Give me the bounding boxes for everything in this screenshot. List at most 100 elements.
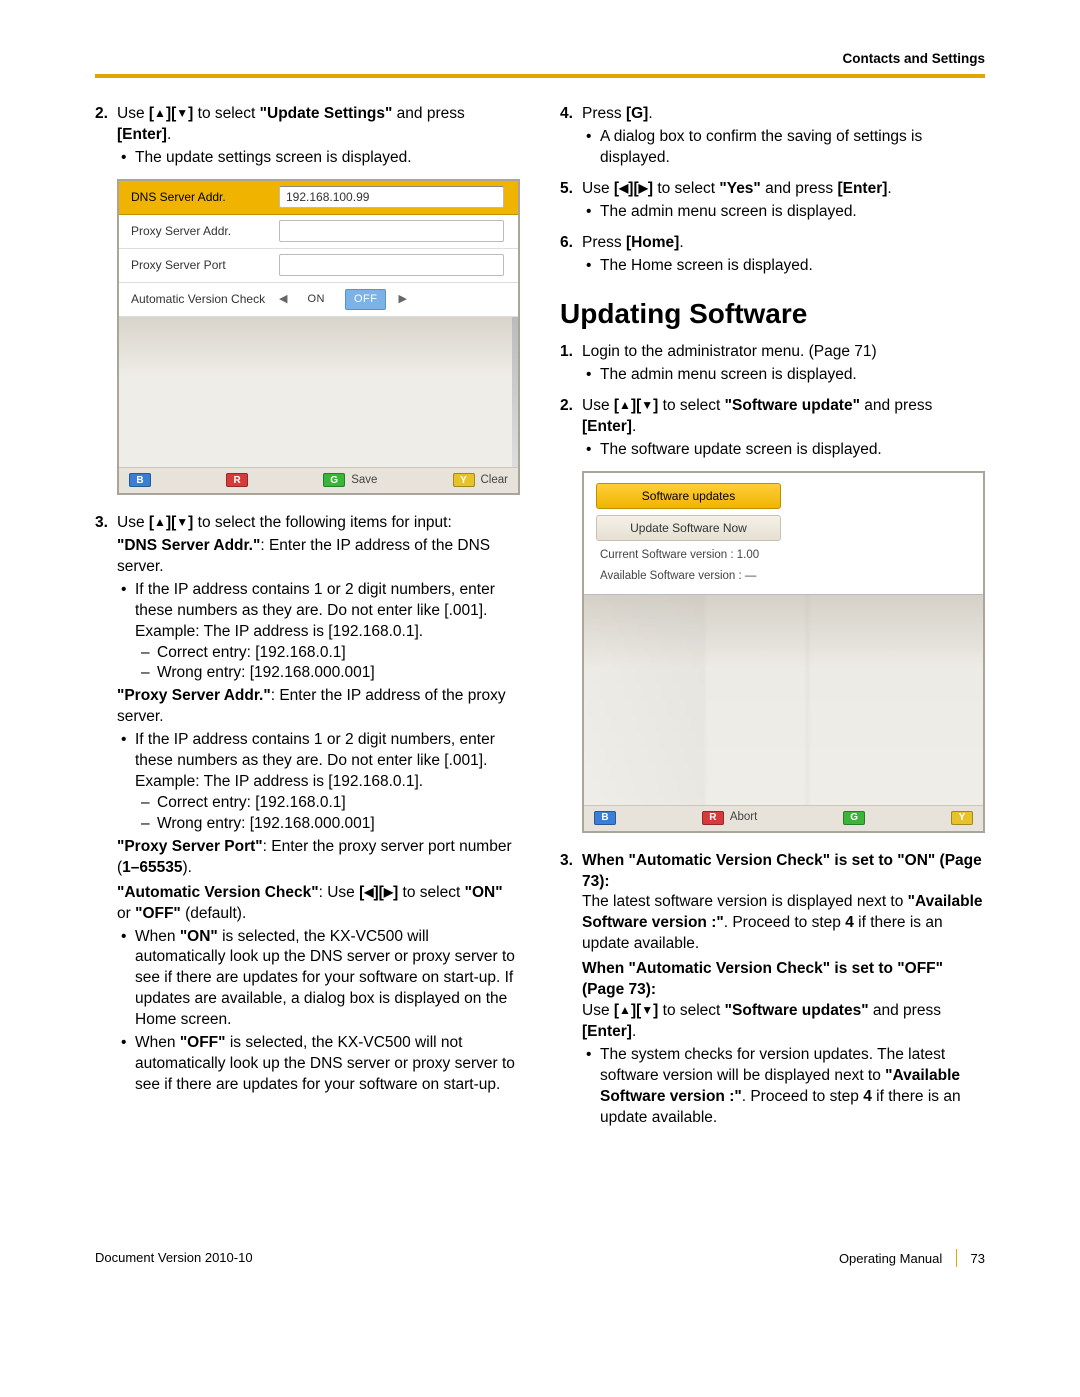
green-button-icon: G: [323, 473, 345, 487]
step-6: 6. Press [Home]. The Home screen is disp…: [560, 233, 985, 277]
step-number: 3.: [95, 513, 108, 534]
text: .: [167, 126, 171, 143]
page-number: 73: [971, 1251, 985, 1266]
avc-toggle: ◀ ON OFF ▶: [279, 289, 518, 310]
down-icon: ▼: [176, 105, 188, 121]
bullet: When "ON" is selected, the KX-VC500 will…: [117, 927, 520, 1032]
bold: [Home]: [626, 234, 679, 251]
left-arrow-icon: ◀: [279, 292, 287, 307]
text: Example: The IP address is [192.168.0.1]…: [135, 772, 520, 793]
row-proxy-addr: Proxy Server Addr.: [119, 215, 518, 249]
text: . Proceed to step: [742, 1088, 864, 1105]
text: and press: [392, 105, 464, 122]
right-column: 4. Press [G]. A dialog box to confirm th…: [560, 104, 985, 1138]
screenshot-footer: B R G Save Y Clear: [119, 467, 518, 493]
text: to select: [658, 397, 724, 414]
text: .: [632, 1023, 636, 1040]
sub-bullet: A dialog box to confirm the saving of se…: [582, 127, 985, 169]
text: Press: [582, 105, 626, 122]
bold: "DNS Server Addr.": [117, 537, 260, 554]
step-number: 4.: [560, 104, 573, 125]
bold: [Enter]: [837, 180, 887, 197]
step-4: 4. Press [G]. A dialog box to confirm th…: [560, 104, 985, 169]
blue-button-icon: B: [594, 811, 616, 825]
bold: "OFF": [180, 1034, 226, 1051]
left-column: 2. Use [▲][▼] to select "Update Settings…: [95, 104, 520, 1138]
bullet: If the IP address contains 1 or 2 digit …: [117, 730, 520, 835]
yellow-button-icon: Y: [951, 811, 973, 825]
section-heading: Updating Software: [560, 295, 985, 333]
sub-bullet: The Home screen is displayed.: [582, 256, 985, 277]
toggle-off: OFF: [345, 289, 387, 310]
bold: 4: [845, 914, 854, 931]
dash-item: Correct entry: [192.168.0.1]: [135, 793, 520, 814]
bold: [G]: [626, 105, 648, 122]
software-update-screenshot: Software updates Update Software Now Cur…: [582, 471, 985, 833]
step-number: 2.: [95, 104, 108, 125]
text: to select: [653, 180, 719, 197]
text: When: [135, 1034, 180, 1051]
up-icon: ▲: [619, 1002, 631, 1018]
blue-button-icon: B: [129, 473, 151, 487]
ustep-2: 2. Use [▲][▼] to select "Software update…: [560, 396, 985, 832]
step-number: 5.: [560, 179, 573, 200]
up-icon: ▲: [154, 514, 166, 530]
doc-version: Document Version 2010-10: [95, 1249, 253, 1267]
step-number: 6.: [560, 233, 573, 254]
bullet: When "OFF" is selected, the KX-VC500 wil…: [117, 1033, 520, 1096]
sub-bullet: The admin menu screen is displayed.: [582, 365, 985, 386]
bold: [Enter]: [582, 418, 632, 435]
red-button-icon: R: [226, 473, 248, 487]
ustep-1: 1. Login to the administrator menu. (Pag…: [560, 342, 985, 386]
field-label: DNS Server Addr.: [119, 189, 279, 205]
text: to select: [398, 884, 464, 901]
text: and press: [869, 1002, 941, 1019]
up-icon: ▲: [619, 397, 631, 413]
text: Use: [582, 1002, 614, 1019]
pill-software-updates: Software updates: [596, 483, 781, 509]
step-5: 5. Use [◀][▶] to select "Yes" and press …: [560, 179, 985, 223]
yellow-label: Clear: [481, 473, 508, 489]
row-proxy-port: Proxy Server Port: [119, 249, 518, 283]
left-icon: ◀: [364, 884, 373, 900]
field-label: Proxy Server Addr.: [119, 223, 279, 239]
text: .: [632, 418, 636, 435]
down-icon: ▼: [641, 1002, 653, 1018]
red-button-icon: R: [702, 811, 724, 825]
right-icon: ▶: [639, 180, 648, 196]
yellow-button-icon: Y: [453, 473, 475, 487]
up-icon: ▲: [154, 105, 166, 121]
manual-label: Operating Manual: [839, 1251, 942, 1266]
ustep-3: 3. When "Automatic Version Check" is set…: [560, 851, 985, 1129]
current-version: Current Software version : 1.00: [600, 547, 971, 563]
row-dns: DNS Server Addr. 192.168.100.99: [119, 181, 518, 215]
header-section: Contacts and Settings: [95, 50, 985, 68]
bold: "Yes": [719, 180, 760, 197]
bold: "Proxy Server Port": [117, 838, 263, 855]
dns-value: 192.168.100.99: [279, 186, 504, 208]
pill-update-now: Update Software Now: [596, 515, 781, 541]
footer-bar-icon: [956, 1249, 957, 1267]
bold: [Enter]: [117, 126, 167, 143]
bold: "Software update": [725, 397, 860, 414]
text: .: [679, 234, 683, 251]
bullet: If the IP address contains 1 or 2 digit …: [117, 580, 520, 685]
proxy-addr-value: [279, 220, 504, 242]
toggle-on: ON: [299, 290, 333, 309]
bold: "Automatic Version Check": [117, 884, 319, 901]
bold: "Software updates": [725, 1002, 869, 1019]
step-number: 3.: [560, 851, 573, 872]
proxy-port-value: [279, 254, 504, 276]
field-label: Proxy Server Port: [119, 257, 279, 273]
step-number: 1.: [560, 342, 573, 363]
available-version: Available Software version : —: [600, 568, 971, 584]
text: to select the following items for input:: [193, 514, 451, 531]
text: and press: [860, 397, 932, 414]
text: ).: [183, 859, 192, 876]
bold: 1–65535: [122, 859, 182, 876]
two-column-layout: 2. Use [▲][▼] to select "Update Settings…: [95, 104, 985, 1138]
bold: "Update Settings": [260, 105, 393, 122]
bold: When "Automatic Version Check" is set to…: [582, 852, 982, 890]
sub-bullet: The update settings screen is displayed.: [117, 148, 520, 169]
bold: [Enter]: [582, 1023, 632, 1040]
